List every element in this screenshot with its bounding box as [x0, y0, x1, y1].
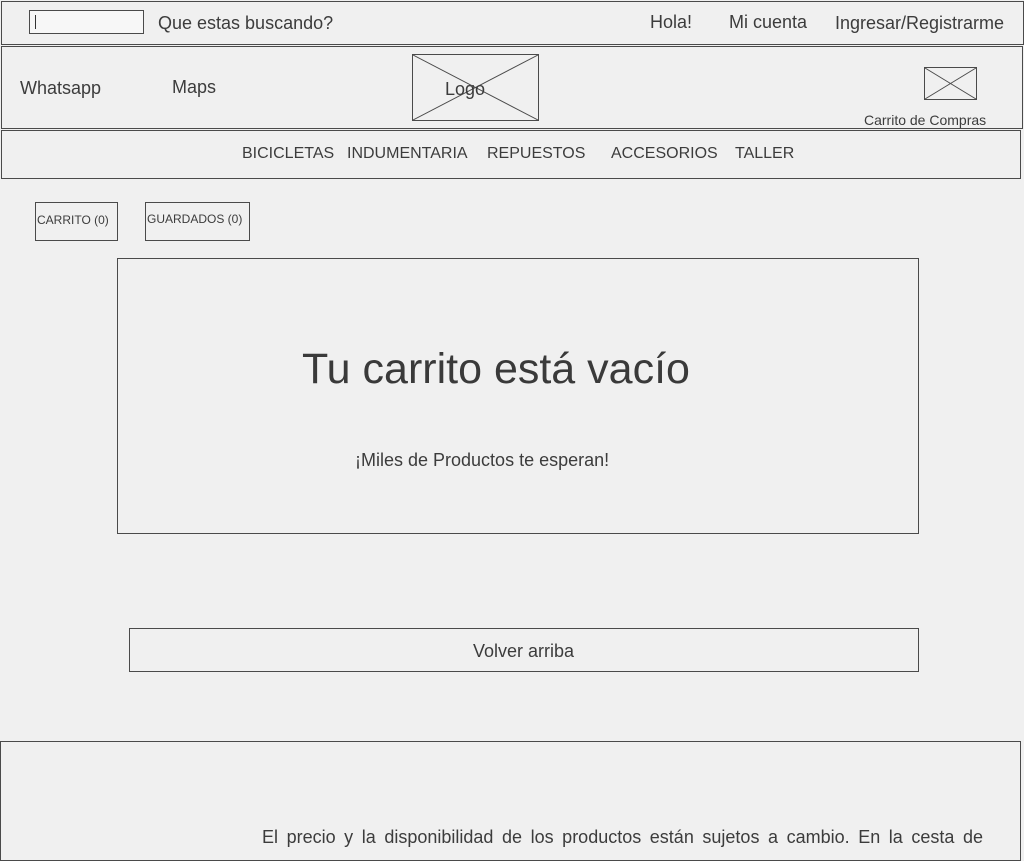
empty-cart-title: Tu carrito está vacío [302, 345, 690, 393]
nav-item-repuestos[interactable]: REPUESTOS [487, 146, 585, 162]
search-input[interactable] [29, 10, 144, 34]
my-account-link[interactable]: Mi cuenta [729, 13, 807, 31]
footer-price-disclaimer: El precio y la disponibilidad de los pro… [262, 827, 983, 847]
nav-item-indumentaria[interactable]: INDUMENTARIA [347, 146, 468, 162]
nav-item-accesorios[interactable]: ACCESORIOS [611, 146, 718, 162]
maps-link[interactable]: Maps [172, 78, 216, 96]
shopping-cart-label[interactable]: Carrito de Compras [864, 113, 986, 127]
back-to-top-label: Volver arriba [473, 641, 575, 661]
nav-item-bicicletas[interactable]: BICICLETAS [242, 146, 334, 162]
tab-saved-label: GUARDADOS (0) [147, 212, 243, 226]
empty-cart-panel [117, 258, 919, 534]
search-label: Que estas buscando? [158, 13, 334, 33]
cart-image-placeholder-icon[interactable] [924, 67, 977, 100]
login-register-link[interactable]: Ingresar/Registrarme [835, 14, 1004, 32]
empty-cart-subtitle[interactable]: ¡Miles de Productos te esperan! [355, 451, 609, 469]
greeting-text: Hola! [650, 12, 693, 32]
logo-label: Logo [445, 79, 486, 99]
nav-item-taller[interactable]: TALLER [735, 146, 794, 162]
whatsapp-link[interactable]: Whatsapp [20, 79, 101, 97]
tab-cart-label: CARRITO (0) [37, 213, 109, 227]
